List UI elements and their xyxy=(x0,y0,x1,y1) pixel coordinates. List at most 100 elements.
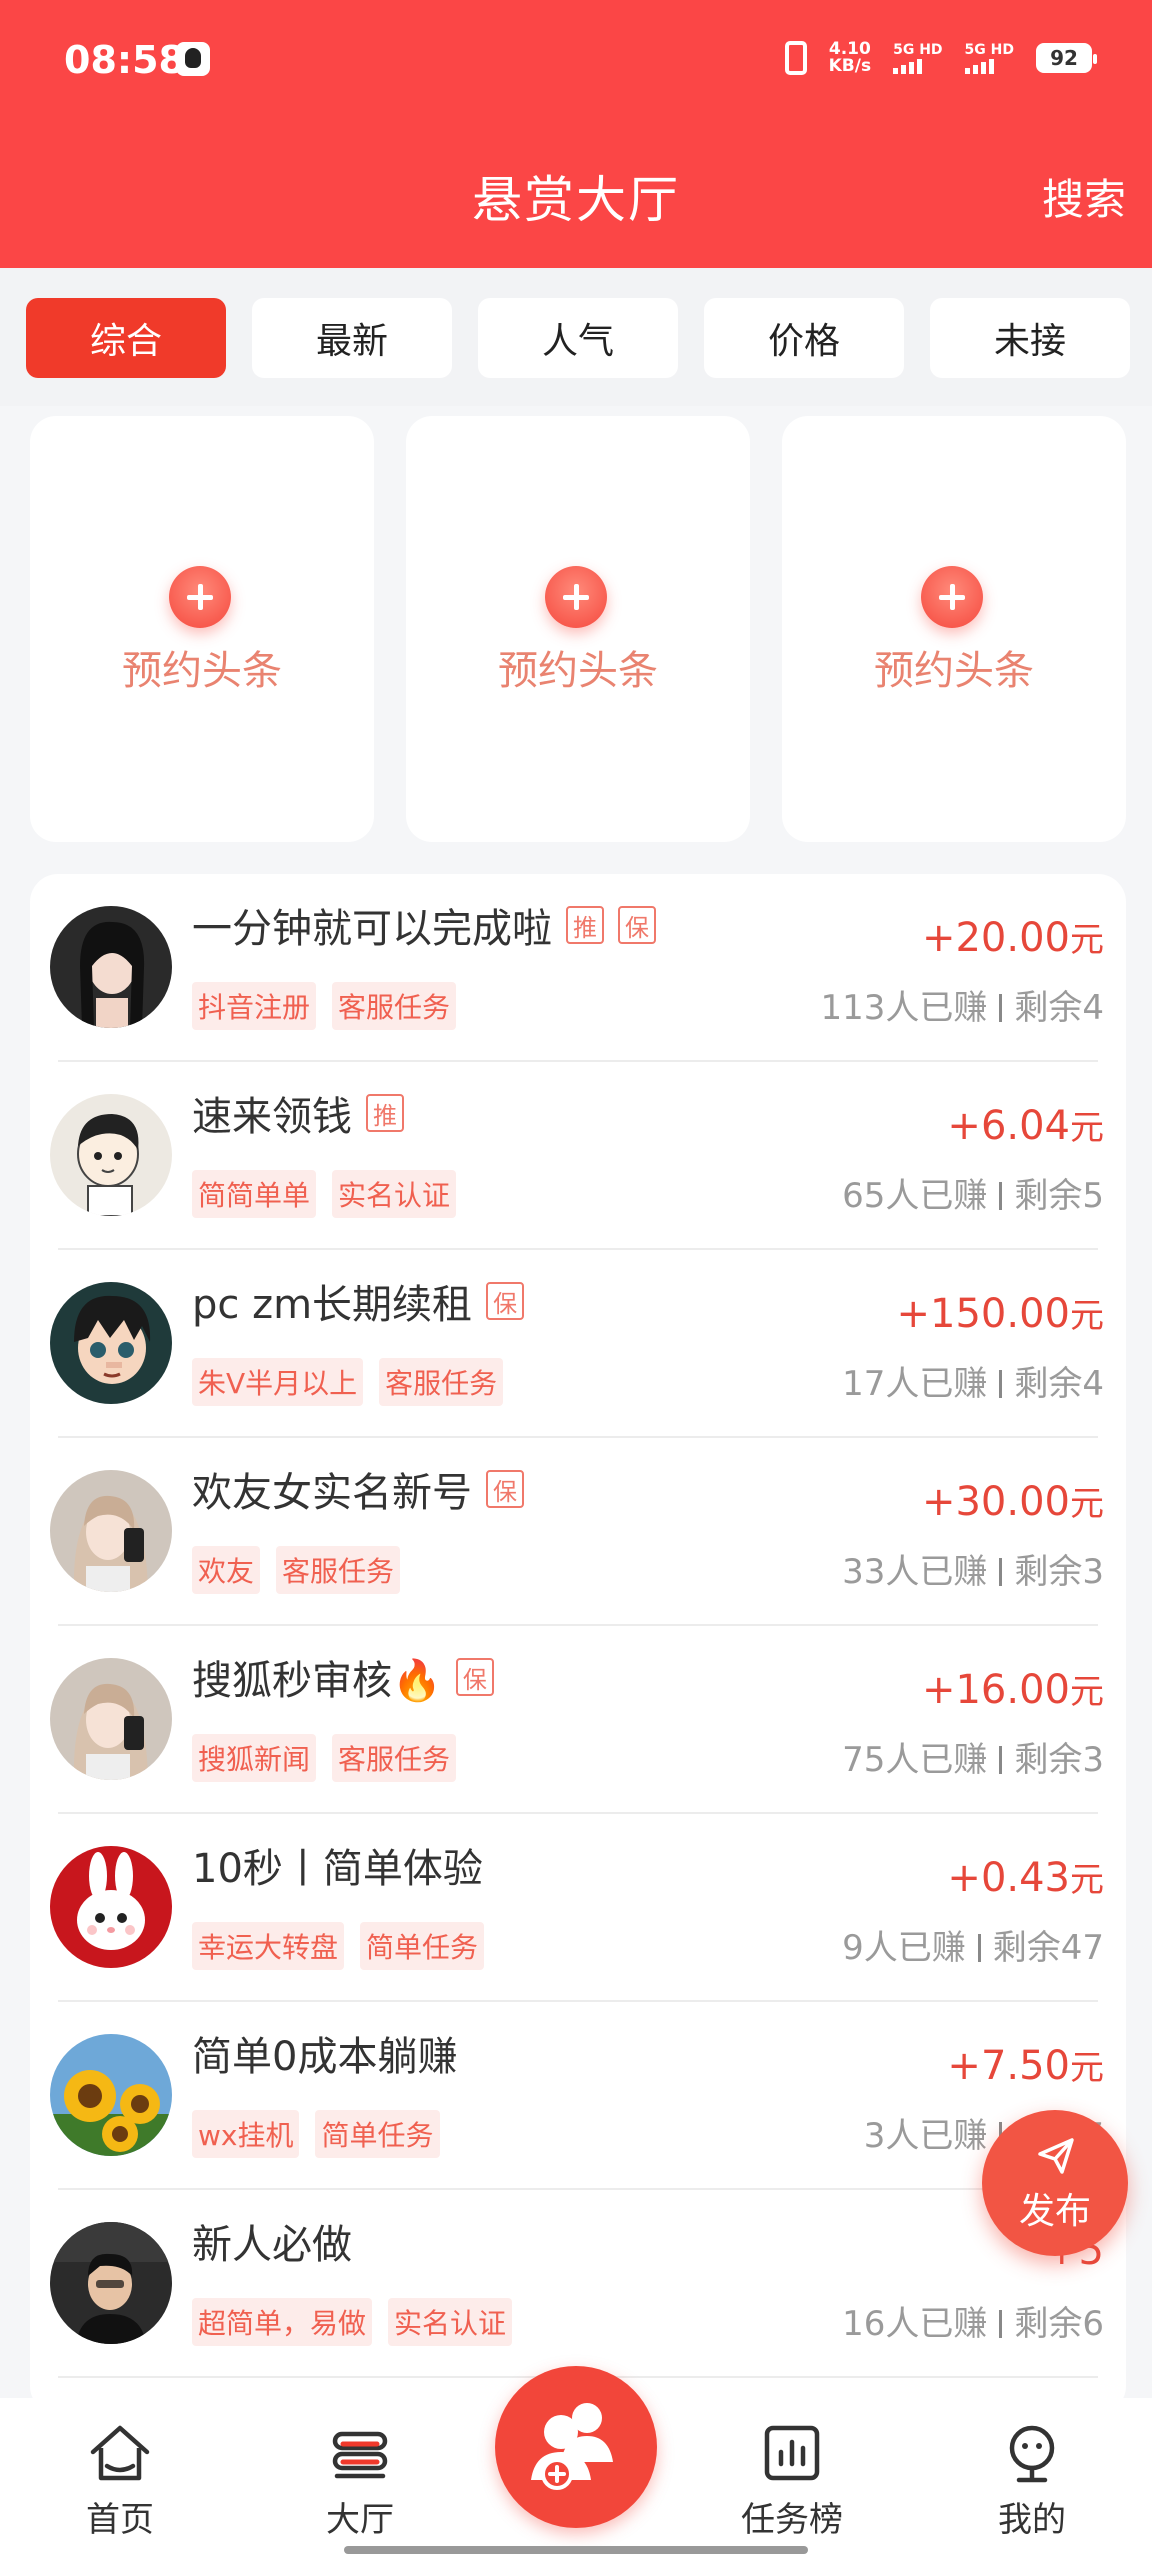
task-tag: 客服任务 xyxy=(332,1734,457,1782)
task-reward: +30.00元 xyxy=(922,1476,1104,1525)
task-title: 简单0成本躺赚 xyxy=(192,2034,458,2080)
avatar xyxy=(50,1658,172,1780)
task-title: 一分钟就可以完成啦 xyxy=(192,906,552,952)
stats-divider xyxy=(999,2310,1003,2338)
reserve-label: 预约头条 xyxy=(498,648,658,694)
task-title-row: 简单0成本躺赚 xyxy=(192,2024,457,2082)
task-badge: 推 xyxy=(366,1094,404,1132)
task-badge: 保 xyxy=(455,1658,494,1696)
nav-home[interactable]: 首页 xyxy=(40,2418,200,2541)
nav-hall-label: 大厅 xyxy=(326,2500,394,2540)
speed-unit: KB/s xyxy=(828,56,872,76)
publish-button[interactable]: 发布 xyxy=(982,2110,1128,2256)
task-list-item[interactable]: 欢友女实名新号保欢友 客服任务 +30.00元 33人已赚 剩余3 xyxy=(30,1438,1126,1626)
task-reward: +6.04元 xyxy=(947,1100,1104,1149)
send-icon xyxy=(1038,2138,1074,2174)
page-title: 悬赏大厅 xyxy=(472,171,680,229)
task-stats: 113人已赚 剩余4 xyxy=(820,980,1104,1029)
task-list: 一分钟就可以完成啦推保抖音注册 客服任务 +20.00元 113人已赚 剩余4 速来领钱推… xyxy=(30,874,1126,2414)
task-reward-amount: +20.00 xyxy=(921,915,1070,961)
task-tags: wx挂机 简单任务 xyxy=(192,2110,440,2158)
task-earned-count: 17人已赚 xyxy=(842,1364,988,1404)
task-earned-count: 3人已赚 xyxy=(863,2116,988,2156)
task-remaining: 剩余3 xyxy=(1014,1740,1104,1780)
team-icon xyxy=(531,2403,613,2490)
bottom-nav: 首页 大厅 任务榜 我的 xyxy=(0,2366,1152,2560)
task-reward-amount: +16.00 xyxy=(921,1667,1070,1713)
task-tag: 幸运大转盘 xyxy=(192,1922,345,1970)
status-time: 08:58 xyxy=(64,38,185,82)
task-remaining: 剩余4 xyxy=(1014,988,1104,1028)
app-header: 08:58 4.10 KB/s 5G HD 5G HD 92 悬赏大厅 搜索 xyxy=(0,0,1152,268)
task-title-row: 一分钟就可以完成啦推保 xyxy=(192,896,656,954)
nav-home-label: 首页 xyxy=(86,2500,154,2540)
task-tags: 简简单单 实名认证 xyxy=(192,1170,457,1218)
task-list-item[interactable]: pc zm长期续租保朱V半月以上 客服任务 +150.00元 17人已赚 剩余4 xyxy=(30,1250,1126,1438)
team-center-button[interactable] xyxy=(495,2366,657,2528)
task-tags: 超简单，易做 实名认证 xyxy=(192,2298,513,2346)
task-reward-unit: 元 xyxy=(1070,2048,1104,2088)
task-tag: 实名认证 xyxy=(388,2298,513,2346)
task-list-item[interactable]: 搜狐秒审核🔥 保搜狐新闻 客服任务 +16.00元 75人已赚 剩余3 xyxy=(30,1626,1126,1814)
task-tag: 客服任务 xyxy=(276,1546,401,1594)
plus-icon xyxy=(545,566,607,628)
chart-icon xyxy=(764,2425,820,2481)
stats-divider xyxy=(999,1182,1003,1210)
task-badge: 保 xyxy=(486,1470,524,1508)
task-tags: 欢友 客服任务 xyxy=(192,1546,401,1594)
stats-divider xyxy=(999,1370,1003,1398)
task-reward-amount: +150.00 xyxy=(896,1291,1070,1337)
task-tag: 超简单，易做 xyxy=(192,2298,373,2346)
task-title: 10秒丨简单体验 xyxy=(192,1846,483,1892)
tab-untaken[interactable]: 未接 xyxy=(930,298,1130,378)
plus-icon xyxy=(921,566,983,628)
avatar xyxy=(50,2222,172,2344)
task-title-row: 速来领钱推 xyxy=(192,1084,404,1142)
task-remaining: 剩余4 xyxy=(1014,1364,1104,1404)
signal-1: 5G HD xyxy=(893,42,943,74)
tab-comprehensive[interactable]: 综合 xyxy=(26,298,226,378)
nav-mine[interactable]: 我的 xyxy=(952,2418,1112,2541)
task-earned-count: 113人已赚 xyxy=(820,988,988,1028)
network-speed: 4.10 KB/s xyxy=(829,41,871,75)
task-tag: 实名认证 xyxy=(332,1170,457,1218)
search-button[interactable]: 搜索 xyxy=(1042,166,1126,227)
task-tags: 搜狐新闻 客服任务 xyxy=(192,1734,457,1782)
avatar xyxy=(50,2034,172,2156)
reserve-headline-card[interactable]: 预约头条 xyxy=(406,416,750,842)
nav-task-rank[interactable]: 任务榜 xyxy=(712,2418,872,2541)
task-remaining: 剩余3 xyxy=(1014,1552,1104,1592)
task-stats: 17人已赚 剩余4 xyxy=(842,1356,1104,1405)
task-reward-unit: 元 xyxy=(1070,1860,1104,1900)
task-earned-count: 75人已赚 xyxy=(842,1740,988,1780)
stats-divider xyxy=(999,994,1003,1022)
task-list-item[interactable]: 新人必做超简单，易做实名认证+516人已赚剩余6 xyxy=(30,2190,1126,2378)
tab-price[interactable]: 价格 xyxy=(704,298,904,378)
reserve-headline-card[interactable]: 预约头条 xyxy=(782,416,1126,842)
task-earned-count: 65人已赚 xyxy=(842,1176,988,1216)
tab-latest[interactable]: 最新 xyxy=(252,298,452,378)
task-list-item[interactable]: 一分钟就可以完成啦推保抖音注册 客服任务 +20.00元 113人已赚 剩余4 xyxy=(30,874,1126,1062)
task-tag: 朱V半月以上 xyxy=(192,1358,364,1406)
task-reward: +150.00元 xyxy=(897,1288,1104,1337)
task-remaining: 剩余5 xyxy=(1014,1176,1104,1216)
task-title-row: 新人必做 xyxy=(192,2212,352,2270)
task-stats: 75人已赚 剩余3 xyxy=(842,1732,1104,1781)
task-reward: +0.43元 xyxy=(947,1852,1104,1901)
nav-hall[interactable]: 大厅 xyxy=(280,2418,440,2541)
reserve-headline-card[interactable]: 预约头条 xyxy=(30,416,374,842)
task-earned-count: 16人已赚 xyxy=(842,2304,988,2344)
stats-divider xyxy=(999,1746,1003,1774)
status-indicators: 4.10 KB/s 5G HD 5G HD 92 xyxy=(784,38,1097,78)
task-reward-amount: +30.00 xyxy=(921,1479,1070,1525)
task-reward-amount: +7.50 xyxy=(947,2043,1070,2089)
task-stats: 33人已赚 剩余3 xyxy=(842,1544,1104,1593)
task-list-item[interactable]: 10秒丨简单体验 幸运大转盘 简单任务 +0.43元 9人已赚 剩余47 xyxy=(30,1814,1126,2002)
task-title: pc zm长期续租 xyxy=(192,1282,473,1328)
tab-popular[interactable]: 人气 xyxy=(478,298,678,378)
task-reward-unit: 元 xyxy=(1070,1108,1104,1148)
avatar xyxy=(50,1846,172,1968)
task-list-item[interactable]: 速来领钱推简简单单 实名认证 +6.04元 65人已赚 剩余5 xyxy=(30,1062,1126,1250)
task-list-item[interactable]: 简单0成本躺赚wx挂机简单任务+7.50元3人已赚剩余7 xyxy=(30,2002,1126,2190)
home-icon xyxy=(90,2425,150,2481)
